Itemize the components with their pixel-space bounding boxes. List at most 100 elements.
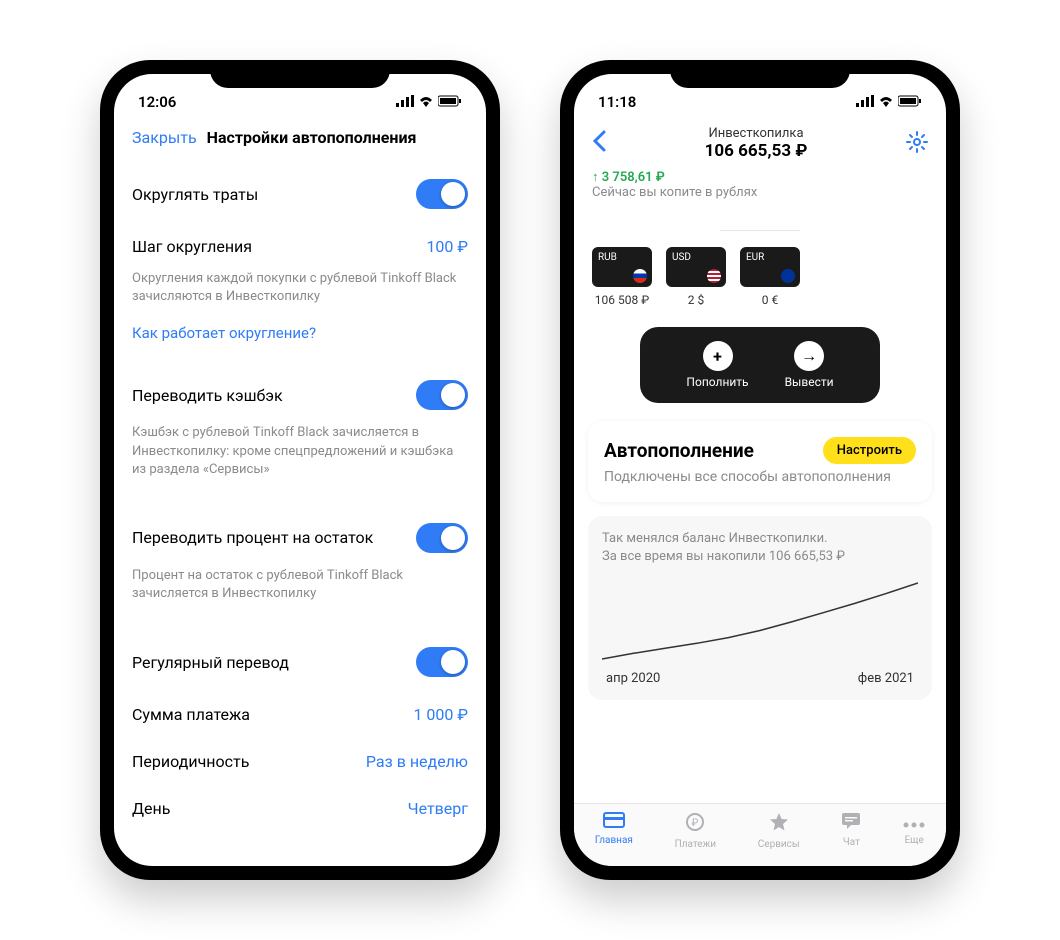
subheader: ↑ 3 758,61 ₽ Сейчас вы копите в рублях <box>574 167 946 210</box>
action-row: + Пополнить → Вывести <box>640 327 880 403</box>
currency-value: 106 508 ₽ <box>592 293 652 307</box>
withdraw-button[interactable]: → Вывести <box>785 341 834 389</box>
tab-label: Главная <box>595 835 633 846</box>
status-time: 12:06 <box>138 93 176 111</box>
signal-icon <box>856 93 874 111</box>
battery-icon <box>438 93 462 111</box>
balance-line-chart <box>602 581 918 661</box>
account-name: Инвесткопилка <box>705 126 808 141</box>
flag-ru-icon <box>633 269 647 283</box>
back-button[interactable] <box>592 130 606 158</box>
tab-label: Еще <box>904 835 923 846</box>
chart-text-1: Так менялся баланс Инвесткопилки. <box>602 530 918 548</box>
page-title: Настройки автопополнения <box>207 128 417 147</box>
cashback-label: Переводить кэшбэк <box>132 386 283 405</box>
cashback-toggle[interactable] <box>416 380 468 410</box>
configure-button[interactable]: Настроить <box>823 437 916 464</box>
card-icon <box>595 812 633 833</box>
tab-payments[interactable]: ₽ Платежи <box>675 812 716 850</box>
tab-more[interactable]: Еще <box>903 812 925 850</box>
how-rounding-works-link[interactable]: Как работает округление? <box>132 318 468 366</box>
currency-usd[interactable]: USD 2 $ <box>666 247 726 307</box>
signal-icon <box>396 93 414 111</box>
interest-label: Переводить процент на остаток <box>132 528 373 547</box>
arrow-right-icon: → <box>794 341 824 371</box>
notch <box>210 60 390 88</box>
divider <box>720 230 800 231</box>
star-icon <box>758 812 800 837</box>
currency-eur[interactable]: EUR 0 € <box>740 247 800 307</box>
flag-eu-icon <box>781 269 795 283</box>
day-label: День <box>132 799 170 818</box>
ruble-icon: ₽ <box>675 812 716 837</box>
row-round-step[interactable]: Шаг округления 100 ₽ <box>132 223 468 270</box>
status-time: 11:18 <box>598 93 636 111</box>
round-step-value: 100 ₽ <box>426 237 468 256</box>
balance-chart-card: Так менялся баланс Инвесткопилки. За все… <box>588 516 932 699</box>
gear-icon[interactable] <box>906 131 928 157</box>
modal-header: Закрыть Настройки автопополнения <box>132 118 468 165</box>
period-value: Раз в неделю <box>366 752 468 771</box>
amount-value: 1 000 ₽ <box>413 705 468 724</box>
deposit-button[interactable]: + Пополнить <box>686 341 748 389</box>
wifi-icon <box>878 93 894 111</box>
row-cashback: Переводить кэшбэк <box>132 366 468 424</box>
close-button[interactable]: Закрыть <box>132 128 197 147</box>
chart-date-start: апр 2020 <box>606 671 660 686</box>
tab-label: Платежи <box>675 839 716 850</box>
currency-rub[interactable]: RUB 106 508 ₽ <box>592 247 652 307</box>
round-label: Округлять траты <box>132 185 258 204</box>
tab-services[interactable]: Сервисы <box>758 812 800 850</box>
tab-chat[interactable]: Чат <box>841 812 861 850</box>
auto-refill-desc: Подключены все способы автопополнения <box>604 468 916 486</box>
currency-value: 0 € <box>740 293 800 307</box>
row-interest: Переводить процент на остаток <box>132 509 468 567</box>
plus-icon: + <box>703 341 733 371</box>
row-recurring: Регулярный перевод <box>132 633 468 691</box>
row-round-spending: Округлять траты <box>132 165 468 223</box>
day-value: Четверг <box>408 799 468 818</box>
deposit-label: Пополнить <box>686 375 748 389</box>
row-period[interactable]: Периодичность Раз в неделю <box>132 738 468 785</box>
chart-text-2: За все время вы накопили 106 665,53 ₽ <box>602 548 918 566</box>
tab-main[interactable]: Главная <box>595 812 633 850</box>
amount-label: Сумма платежа <box>132 705 250 724</box>
notch <box>670 60 850 88</box>
status-icons <box>856 93 922 111</box>
round-desc: Округления каждой покупки с рублевой Tin… <box>132 270 468 318</box>
currency-value: 2 $ <box>666 293 726 307</box>
recurring-toggle[interactable] <box>416 647 468 677</box>
status-icons <box>396 93 462 111</box>
content-right: Инвесткопилка 106 665,53 ₽ ↑ 3 758,61 ₽ … <box>574 118 946 866</box>
battery-icon <box>898 93 922 111</box>
chart-date-end: фев 2021 <box>858 671 914 686</box>
content-left: Закрыть Настройки автопополнения Округля… <box>114 118 486 866</box>
account-header: Инвесткопилка 106 665,53 ₽ <box>574 118 946 167</box>
tab-bar: Главная ₽ Платежи Сервисы <box>574 803 946 866</box>
phone-right: 11:18 Инвесткопилка 106 <box>560 60 960 880</box>
interest-desc: Процент на остаток с рублевой Tinkoff Bl… <box>132 567 468 615</box>
row-day[interactable]: День Четверг <box>132 785 468 832</box>
tab-label: Чат <box>843 837 860 848</box>
auto-refill-card: Автопополнение Настроить Подключены все … <box>588 421 932 502</box>
chat-icon <box>841 812 861 835</box>
more-icon <box>903 812 925 833</box>
interest-toggle[interactable] <box>416 523 468 553</box>
account-balance: 106 665,53 ₽ <box>705 141 808 161</box>
saving-currency-text: Сейчас вы копите в рублях <box>592 185 928 200</box>
row-amount[interactable]: Сумма платежа 1 000 ₽ <box>132 691 468 738</box>
wifi-icon <box>418 93 434 111</box>
currency-code: RUB <box>598 252 617 263</box>
withdraw-label: Вывести <box>785 375 834 389</box>
recurring-label: Регулярный перевод <box>132 653 289 672</box>
round-toggle[interactable] <box>416 179 468 209</box>
screen-right: 11:18 Инвесткопилка 106 <box>574 74 946 866</box>
auto-refill-title: Автопополнение <box>604 439 754 462</box>
cashback-desc: Кэшбэк с рублевой Tinkoff Black зачисляе… <box>132 424 468 491</box>
period-label: Периодичность <box>132 752 249 771</box>
round-step-label: Шаг округления <box>132 237 252 256</box>
chart-area <box>602 581 918 661</box>
currency-code: EUR <box>746 252 764 263</box>
flag-us-icon <box>707 269 721 283</box>
phone-left: 12:06 Закрыть Настройки автопополнения О… <box>100 60 500 880</box>
